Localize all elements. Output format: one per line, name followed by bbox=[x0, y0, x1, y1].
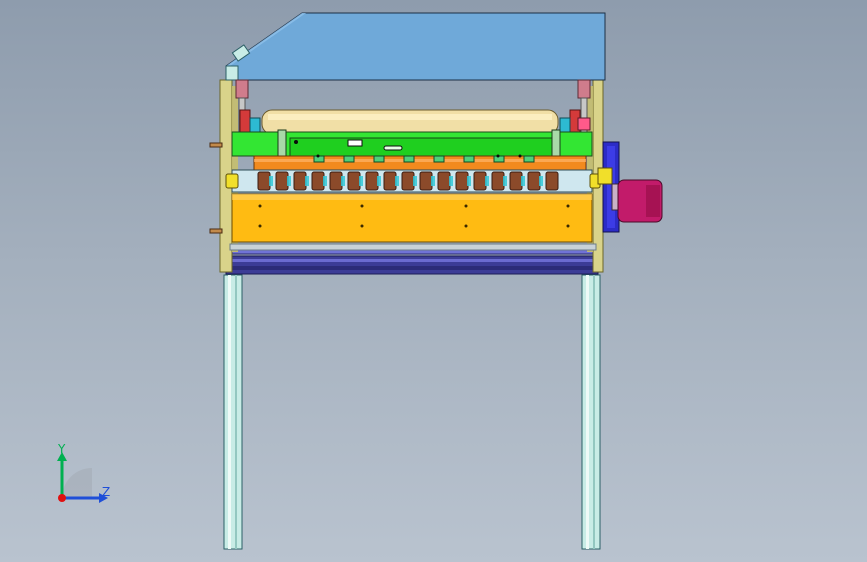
triad-z-label: Z bbox=[102, 485, 111, 499]
cutter-blade-row-icon bbox=[225, 169, 601, 193]
hood-cover-icon bbox=[225, 12, 606, 81]
pressure-plate-icon bbox=[231, 129, 593, 159]
feed-roller-icon bbox=[261, 109, 559, 135]
gear-motor-icon bbox=[597, 141, 663, 233]
triad-axes bbox=[57, 452, 108, 503]
orange-rail bbox=[253, 155, 587, 171]
orientation-triad[interactable]: Y Z bbox=[40, 438, 130, 518]
machine-model[interactable] bbox=[0, 0, 867, 562]
frame-leg-icon bbox=[223, 274, 601, 550]
yellow-plate bbox=[231, 193, 593, 243]
base-beam bbox=[225, 247, 599, 275]
cad-viewport[interactable]: Y Z bbox=[0, 0, 867, 562]
triad-y-label: Y bbox=[58, 442, 66, 456]
